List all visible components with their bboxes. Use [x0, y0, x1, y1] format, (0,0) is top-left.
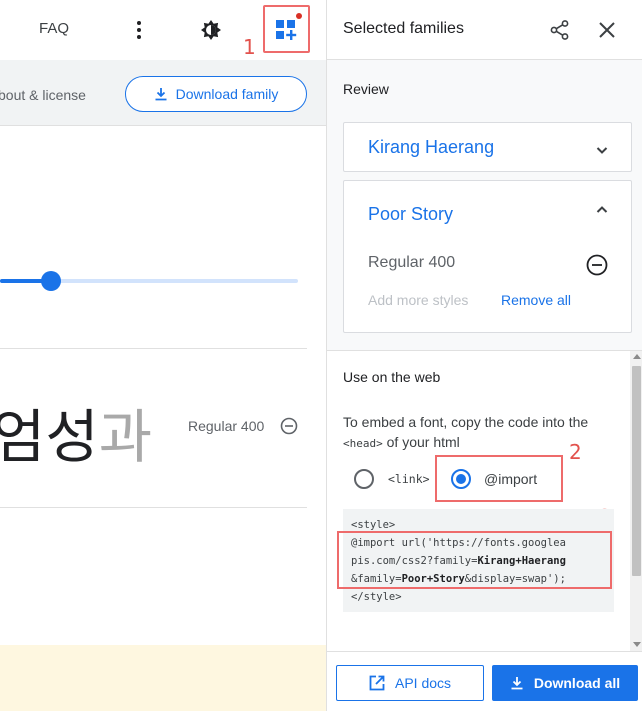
family-card-kirang-haerang[interactable]: Kirang Haerang [343, 122, 632, 172]
review-section: Review Kirang Haerang Poor Story Regular… [327, 60, 642, 351]
annotation-box-3 [337, 531, 612, 589]
open-in-new-icon [369, 675, 385, 691]
download-all-label: Download all [533, 675, 621, 691]
chevron-down-icon[interactable] [595, 143, 609, 157]
family-name[interactable]: Kirang Haerang [368, 137, 494, 158]
link-radio-label[interactable]: <link> [388, 472, 430, 486]
divider [0, 507, 307, 508]
add-more-styles-link: Add more styles [368, 292, 469, 308]
link-radio[interactable] [354, 469, 374, 489]
download-family-button[interactable]: Download family [125, 76, 307, 112]
style-label: Regular 400 [368, 254, 456, 271]
tab-about-license[interactable]: bout & license [0, 87, 86, 103]
notification-dot [296, 13, 302, 19]
family-bag-icon [276, 20, 297, 40]
drawer-scrollbar[interactable] [630, 351, 642, 651]
scrollbar-thumb[interactable] [632, 366, 641, 576]
annotation-2: 2 [569, 440, 582, 464]
share-icon[interactable] [549, 19, 571, 41]
use-on-web-section: Use on the web To embed a font, copy the… [327, 351, 630, 651]
chevron-up-icon[interactable] [595, 203, 609, 217]
notice-banner [0, 645, 326, 711]
font-page: FAQ 1 bout & license Download family 엄성과… [0, 0, 326, 711]
drawer-footer: API docs Download all [327, 651, 642, 711]
size-slider-thumb[interactable] [41, 271, 61, 291]
download-icon [155, 88, 167, 101]
scroll-up-arrow[interactable] [633, 354, 641, 359]
remove-style-icon[interactable] [280, 417, 298, 435]
scroll-down-arrow[interactable] [633, 642, 641, 647]
download-family-label: Download family [175, 86, 279, 102]
close-icon[interactable] [597, 20, 617, 40]
drawer-title: Selected families [343, 20, 464, 37]
import-radio-label[interactable]: @import [484, 471, 537, 487]
selected-families-button[interactable] [263, 5, 310, 53]
brightness-icon[interactable] [199, 18, 223, 42]
download-all-button[interactable]: Download all [492, 665, 638, 701]
remove-style-icon[interactable] [586, 254, 608, 276]
api-docs-label: API docs [394, 675, 452, 691]
family-tabs-bar: bout & license Download family [0, 60, 326, 126]
selected-families-drawer: Selected families Review Kirang Haerang … [326, 0, 642, 711]
annotation-1: 1 [243, 35, 256, 59]
section-title: Use on the web [343, 369, 441, 385]
style-label: Regular 400 [188, 418, 265, 434]
review-label: Review [343, 81, 389, 97]
top-app-bar: FAQ 1 [0, 0, 326, 60]
import-radio[interactable] [451, 469, 471, 489]
family-name[interactable]: Poor Story [368, 204, 453, 225]
family-card-poor-story: Poor Story Regular 400 Add more styles R… [343, 180, 632, 333]
download-icon [511, 677, 523, 690]
api-docs-button[interactable]: API docs [336, 665, 484, 701]
faq-link[interactable]: FAQ [39, 20, 69, 37]
remove-all-button[interactable]: Remove all [501, 292, 571, 308]
divider [0, 348, 307, 349]
drawer-header: Selected families [327, 0, 642, 60]
sample-text[interactable]: 엄성과 [0, 408, 152, 466]
more-vert-icon[interactable] [131, 18, 147, 42]
